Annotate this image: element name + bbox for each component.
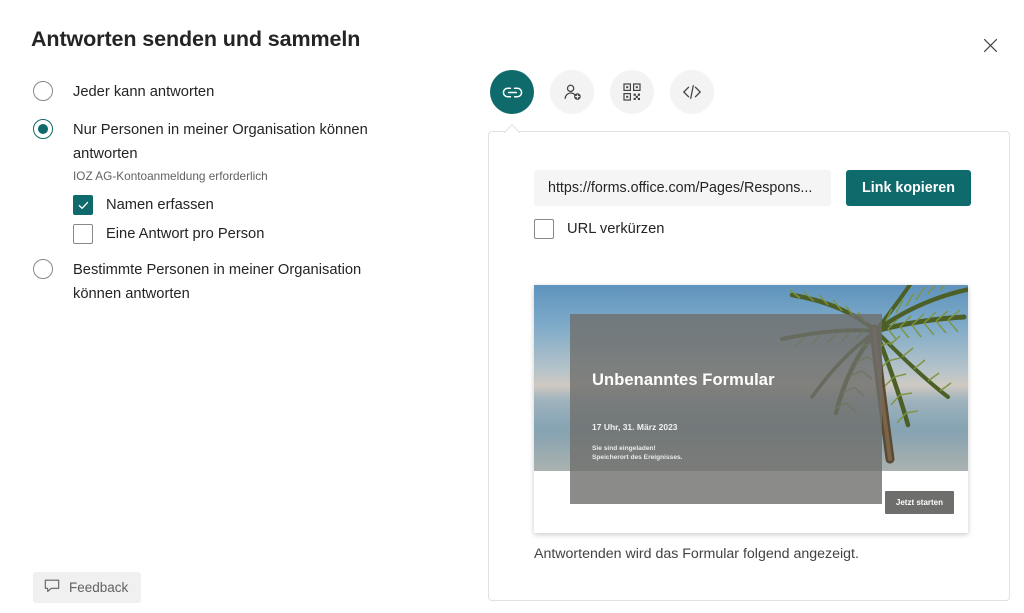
checkbox-record-name[interactable]: Namen erfassen [73, 195, 443, 215]
form-preview-overlay: Unbenanntes Formular 17 Uhr, 31. März 20… [570, 314, 882, 504]
tab-qr-code[interactable] [610, 70, 654, 114]
comment-icon [44, 578, 60, 597]
preview-invite-line: Sie sind eingeladen! [592, 445, 656, 452]
checkbox-indicator[interactable] [73, 195, 93, 215]
tab-invite-people[interactable] [550, 70, 594, 114]
radio-indicator[interactable] [33, 81, 53, 101]
preview-caption: Antwortenden wird das Formular folgend a… [534, 546, 859, 562]
page-title: Antworten senden und sammeln [31, 27, 361, 51]
copy-link-button[interactable]: Link kopieren [846, 170, 971, 206]
radio-option-specific-people[interactable]: Bestimmte Personen in meiner Organisatio… [33, 258, 443, 306]
share-url-input[interactable]: https://forms.office.com/Pages/Respons..… [534, 170, 831, 206]
audience-options: Jeder kann antworten Nur Personen in mei… [33, 80, 443, 308]
preview-form-title: Unbenanntes Formular [592, 371, 775, 389]
preview-date-line: 17 Uhr, 31. März 2023 [592, 422, 678, 432]
share-url-row: https://forms.office.com/Pages/Respons..… [534, 170, 971, 206]
share-dialog: Antworten senden und sammeln Jeder kann … [0, 0, 1024, 613]
radio-option-organization[interactable]: Nur Personen in meiner Organisation könn… [33, 118, 443, 186]
radio-option-label: Jeder kann antworten [73, 84, 215, 100]
checkbox-label: URL verkürzen [567, 221, 665, 237]
link-icon [502, 82, 523, 103]
qr-code-icon [622, 82, 642, 102]
checkbox-label: Eine Antwort pro Person [106, 226, 265, 242]
tab-link[interactable] [490, 70, 534, 114]
radio-indicator[interactable] [33, 259, 53, 279]
checkbox-one-response[interactable]: Eine Antwort pro Person [73, 224, 443, 244]
person-add-icon [562, 82, 583, 103]
checkbox-indicator[interactable] [73, 224, 93, 244]
panel-callout-notch [503, 124, 520, 133]
form-preview-card: Unbenanntes Formular 17 Uhr, 31. März 20… [534, 285, 968, 533]
checkbox-indicator[interactable] [534, 219, 554, 239]
radio-option-anyone[interactable]: Jeder kann antworten [33, 80, 443, 104]
preview-location-line: Speicherort des Ereignisses. [592, 454, 683, 461]
close-icon [983, 38, 998, 53]
radio-option-label: Bestimmte Personen in meiner Organisatio… [73, 262, 362, 302]
checkbox-shorten-url[interactable]: URL verkürzen [534, 219, 664, 239]
radio-option-label: Nur Personen in meiner Organisation könn… [73, 122, 368, 162]
feedback-label: Feedback [69, 580, 129, 595]
radio-option-sublabel: IOZ AG-Kontoanmeldung erforderlich [73, 169, 268, 183]
feedback-button[interactable]: Feedback [33, 572, 142, 603]
preview-start-button[interactable]: Jetzt starten [884, 491, 954, 514]
tab-embed-code[interactable] [670, 70, 714, 114]
close-button[interactable] [973, 28, 1007, 62]
code-icon [681, 82, 703, 102]
share-tabs [490, 70, 714, 114]
radio-indicator[interactable] [33, 119, 53, 139]
share-panel: https://forms.office.com/Pages/Respons..… [488, 131, 1010, 601]
checkbox-label: Namen erfassen [106, 197, 214, 213]
